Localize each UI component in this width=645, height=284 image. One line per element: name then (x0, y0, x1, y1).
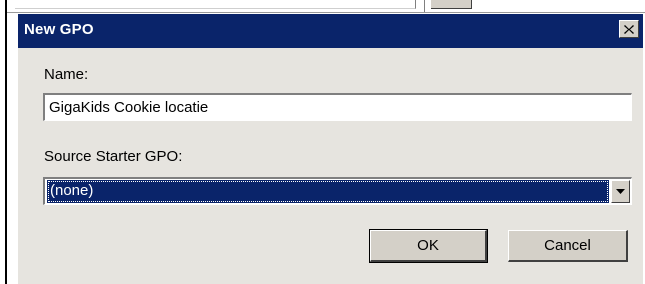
background-button (431, 0, 472, 9)
frame-border (5, 0, 7, 284)
close-button[interactable] (619, 20, 639, 38)
source-starter-gpo-label: Source Starter GPO: (44, 148, 183, 165)
title-bar[interactable]: New GPO (18, 14, 643, 48)
background-window (7, 0, 645, 13)
chevron-down-icon (616, 189, 625, 194)
dropdown-button[interactable] (611, 180, 630, 203)
screen: New GPO Name: Source Starter GPO: (none)… (0, 0, 645, 284)
selected-option[interactable]: (none) (47, 180, 609, 203)
close-icon (624, 24, 634, 34)
name-input[interactable] (43, 93, 632, 121)
background-field (15, 0, 416, 9)
name-label: Name: (44, 66, 89, 83)
source-starter-gpo-select[interactable]: (none) (43, 177, 632, 205)
ok-button[interactable]: OK (369, 229, 488, 263)
dialog-title: New GPO (24, 21, 94, 38)
cancel-button[interactable]: Cancel (508, 230, 628, 262)
new-gpo-dialog: New GPO Name: Source Starter GPO: (none)… (17, 13, 643, 284)
background-divider (424, 0, 425, 12)
